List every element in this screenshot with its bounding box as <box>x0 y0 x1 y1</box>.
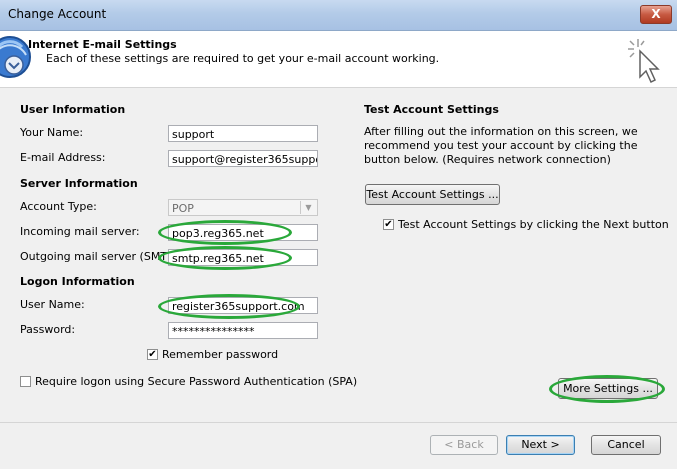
footer-divider <box>0 422 677 423</box>
window-title: Change Account <box>8 7 107 21</box>
spa-label: Require logon using Secure Password Auth… <box>35 375 358 388</box>
password-label: Password: <box>20 323 76 336</box>
account-type-label: Account Type: <box>20 200 97 213</box>
title-bar[interactable]: Change Account X <box>0 0 677 31</box>
account-type-select[interactable]: POP ▼ <box>168 199 318 216</box>
test-settings-heading: Test Account Settings <box>364 103 499 116</box>
user-info-heading: User Information <box>20 103 126 116</box>
test-on-next-checkbox[interactable]: ✔ <box>383 219 394 230</box>
next-button[interactable]: Next > <box>506 435 575 455</box>
password-input[interactable]: *************** <box>168 322 318 339</box>
highlight-oval-incoming <box>158 220 292 245</box>
highlight-oval-outgoing <box>158 246 292 270</box>
back-button[interactable]: < Back <box>430 435 498 455</box>
test-settings-description: After filling out the information on thi… <box>364 125 638 166</box>
remember-password-label: Remember password <box>162 348 279 361</box>
account-type-value: POP <box>172 202 194 215</box>
logon-info-heading: Logon Information <box>20 275 135 288</box>
remember-password-checkbox[interactable]: ✔ <box>147 349 158 360</box>
cancel-button[interactable]: Cancel <box>591 435 661 455</box>
test-on-next-label: Test Account Settings by clicking the Ne… <box>398 218 669 231</box>
incoming-server-label: Incoming mail server: <box>20 225 140 238</box>
spa-checkbox[interactable] <box>20 376 31 387</box>
server-info-heading: Server Information <box>20 177 138 190</box>
header-subtitle: Each of these settings are required to g… <box>46 52 440 65</box>
close-button[interactable]: X <box>640 5 672 24</box>
chevron-down-icon[interactable]: ▼ <box>300 201 316 214</box>
highlight-oval-more-settings <box>549 375 665 403</box>
highlight-oval-username <box>158 294 300 319</box>
email-address-label: E-mail Address: <box>20 151 106 164</box>
wizard-header: Internet E-mail Settings Each of these s… <box>0 31 677 88</box>
email-address-input[interactable]: support@register365support.c <box>168 150 318 167</box>
user-name-label: User Name: <box>20 298 85 311</box>
cursor-sparkle-icon <box>628 39 660 84</box>
your-name-label: Your Name: <box>20 126 84 139</box>
your-name-input[interactable]: support <box>168 125 318 142</box>
header-title: Internet E-mail Settings <box>28 38 177 51</box>
test-account-settings-button[interactable]: Test Account Settings ... <box>365 184 500 205</box>
